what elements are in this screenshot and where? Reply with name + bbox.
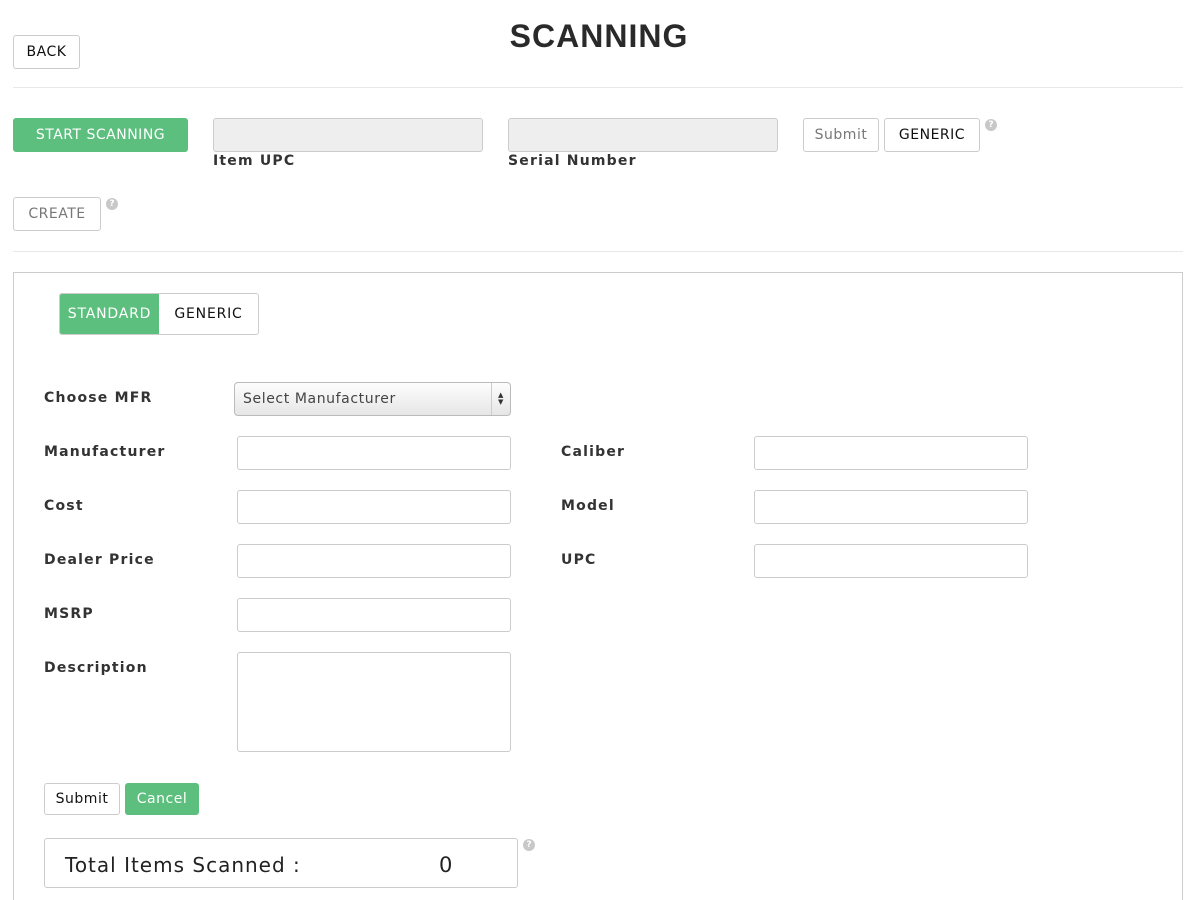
cost-label: Cost xyxy=(44,498,84,514)
cost-input[interactable] xyxy=(237,490,511,524)
model-label: Model xyxy=(561,498,615,514)
manufacturer-input[interactable] xyxy=(237,436,511,470)
caliber-input[interactable] xyxy=(754,436,1028,470)
select-arrows-icon: ▲ ▼ xyxy=(491,383,510,415)
generic-help-icon[interactable]: ? xyxy=(985,119,997,131)
header-divider xyxy=(13,87,1183,88)
caliber-label: Caliber xyxy=(561,444,626,460)
description-textarea[interactable] xyxy=(237,652,511,752)
manufacturer-select-value: Select Manufacturer xyxy=(243,391,396,407)
model-input[interactable] xyxy=(754,490,1028,524)
upc-input[interactable] xyxy=(754,544,1028,578)
create-button[interactable]: CREATE xyxy=(13,197,101,231)
item-upc-label: Item UPC xyxy=(213,153,296,169)
total-items-scanned-box: Total Items Scanned : 0 xyxy=(44,838,518,888)
total-items-value: 0 xyxy=(439,853,453,877)
dealer-price-input[interactable] xyxy=(237,544,511,578)
page-title: SCANNING xyxy=(509,18,689,54)
serial-number-label: Serial Number xyxy=(508,153,637,169)
tab-standard[interactable]: STANDARD xyxy=(60,294,159,334)
scan-bar-divider xyxy=(13,251,1183,252)
dealer-price-label: Dealer Price xyxy=(44,552,155,568)
msrp-input[interactable] xyxy=(237,598,511,632)
tab-generic[interactable]: GENERIC xyxy=(159,294,258,334)
description-label: Description xyxy=(44,660,148,676)
total-help-icon[interactable]: ? xyxy=(523,839,535,851)
upc-label: UPC xyxy=(561,552,597,568)
generic-button[interactable]: GENERIC xyxy=(884,118,980,152)
item-upc-input[interactable] xyxy=(213,118,483,152)
serial-number-input[interactable] xyxy=(508,118,778,152)
form-submit-button[interactable]: Submit xyxy=(44,783,120,815)
msrp-label: MSRP xyxy=(44,606,94,622)
total-items-label: Total Items Scanned : xyxy=(65,853,301,877)
start-scanning-button[interactable]: START SCANNING xyxy=(13,118,188,152)
create-help-icon[interactable]: ? xyxy=(106,198,118,210)
scan-submit-button[interactable]: Submit xyxy=(803,118,879,152)
manufacturer-select[interactable]: Select Manufacturer ▲ ▼ xyxy=(234,382,511,416)
form-cancel-button[interactable]: Cancel xyxy=(125,783,199,815)
choose-mfr-label: Choose MFR xyxy=(44,390,153,406)
manufacturer-label: Manufacturer xyxy=(44,444,166,460)
form-type-toggle: STANDARD GENERIC xyxy=(59,293,259,335)
